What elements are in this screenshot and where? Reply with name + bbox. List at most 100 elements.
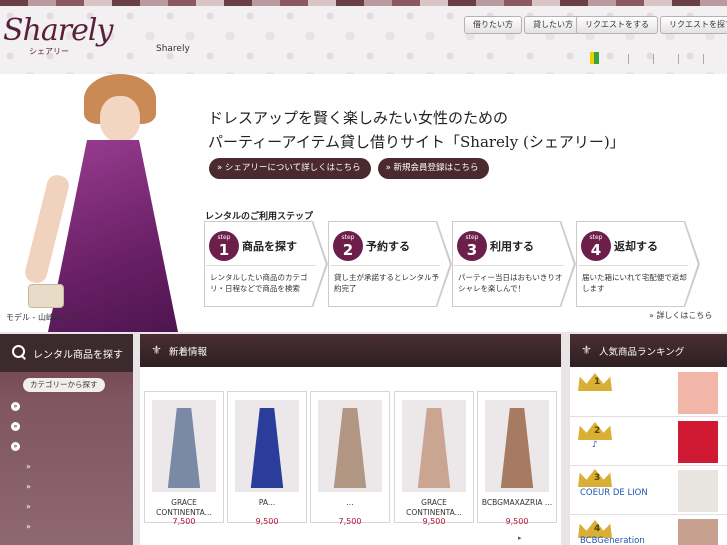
search-sidebar: レンタル商品を探す カテゴリーから探す » » » » » » » — [0, 334, 133, 545]
next-arrow-icon[interactable]: ▸ — [518, 534, 522, 542]
step-badge: step 1 — [209, 231, 239, 261]
content-area: レンタル商品を探す カテゴリーから探す » » » » » » » ⚜ 新着情報… — [0, 332, 727, 545]
sidebar-title: レンタル商品を探す — [33, 350, 123, 361]
model-photo: モデル - 山崎みどり — [0, 74, 205, 332]
category-search-button[interactable]: カテゴリーから探す — [23, 378, 105, 392]
ranking-thumb[interactable] — [678, 470, 718, 512]
product-card[interactable]: ... 7,500 — [310, 391, 390, 526]
rank-brand[interactable]: BCBGeneration — [580, 536, 645, 545]
rental-steps: step 1 商品を探す レンタルしたい商品のカテゴリ・日程などで商品を検索 st… — [204, 221, 724, 307]
hero-buttons: » シェアリーについて詳しくはこちら » 新規会員登録はこちら — [209, 158, 489, 179]
ranking-thumb[interactable] — [678, 372, 718, 414]
beginner-mark-icon[interactable] — [590, 52, 599, 64]
product-price: 9,500 — [505, 517, 529, 526]
ranking-item[interactable]: 4 BCBGeneration — [570, 516, 727, 545]
rank-brand[interactable]: ♪ — [592, 440, 598, 450]
logo[interactable]: Sharely シェアリー — [3, 13, 113, 70]
product-image — [318, 400, 382, 492]
dress-image — [250, 408, 284, 488]
lend-button[interactable]: 貸したい方 — [524, 16, 582, 34]
crown-icon: 1 — [578, 373, 612, 391]
header: Sharely シェアリー Sharely 借りたい方 貸したい方 リクエストを… — [0, 6, 727, 74]
step-badge: step 4 — [581, 231, 611, 261]
step-badge: step 3 — [457, 231, 487, 261]
steps-details-link[interactable]: » 詳しくはこちら — [649, 310, 712, 321]
about-button[interactable]: » シェアリーについて詳しくはこちら — [209, 158, 371, 179]
dress-image — [417, 408, 451, 488]
product-card[interactable]: GRACE CONTINENTA... 9,500 — [394, 391, 474, 526]
step-desc: パーティー当日はおもいきりオシャレを楽しんで！ — [458, 273, 563, 293]
register-button[interactable]: » 新規会員登録はこちら — [377, 158, 489, 179]
crown-icon: 2 — [578, 422, 612, 440]
step-title: 商品を探す — [242, 240, 297, 253]
sidebar-header: レンタル商品を探す — [0, 334, 133, 372]
site-label: Sharely — [156, 44, 190, 54]
product-image — [402, 400, 466, 492]
new-arrivals-panel: ⚜ 新着情報 GRACE CONTINENTA... 7,500 PA... 9… — [140, 334, 561, 545]
new-arrivals-header: ⚜ 新着情報 — [140, 334, 561, 367]
borrow-button[interactable]: 借りたい方 — [464, 16, 522, 34]
step-title: 予約する — [366, 240, 410, 253]
ranking-item[interactable]: 2 ♪ — [570, 418, 727, 466]
product-price: 9,500 — [255, 517, 279, 526]
step-3[interactable]: step 3 利用する パーティー当日はおもいきりオシャレを楽しんで！ — [452, 221, 576, 307]
dress-image — [167, 408, 201, 488]
header-dividers — [628, 54, 704, 64]
step-title: 返却する — [614, 240, 658, 253]
product-name[interactable]: BCBGMAXAZRIA ... — [480, 498, 554, 508]
step-desc: レンタルしたい商品のカテゴリ・日程などで商品を検索 — [210, 273, 308, 293]
ranking-title: 人気商品ランキング — [599, 347, 685, 358]
crown-icon: 3 — [578, 469, 612, 487]
hero-title-line1: ドレスアップを賢く楽しみたい女性のための — [208, 109, 509, 127]
product-price: 9,500 — [422, 517, 446, 526]
product-price: 7,500 — [172, 517, 196, 526]
find-request-button[interactable]: リクエストを探す — [660, 16, 727, 34]
hero: モデル - 山崎みどり ドレスアップを賢く楽しみたい女性のための パーティーアイ… — [0, 74, 727, 332]
product-name[interactable]: ... — [313, 498, 387, 508]
product-name[interactable]: GRACE CONTINENTA... — [397, 498, 471, 518]
logo-text: Sharely — [3, 13, 113, 48]
product-image — [485, 400, 549, 492]
product-name[interactable]: PA... — [230, 498, 304, 508]
ranking-item[interactable]: 3 COEUR DE LION — [570, 467, 727, 515]
subcategory-arrow[interactable]: » — [26, 502, 31, 511]
ranking-panel: ⚜ 人気商品ランキング 1 2 ♪ 3 COEUR DE LION 4 BCBG… — [570, 334, 727, 545]
subcategory-arrow[interactable]: » — [26, 522, 31, 531]
category-item-icon[interactable]: » — [11, 442, 20, 451]
make-request-button[interactable]: リクエストをする — [576, 16, 658, 34]
product-name[interactable]: GRACE CONTINENTA... — [147, 498, 221, 518]
request-buttons: リクエストをする リクエストを探す — [576, 16, 727, 34]
model-caption: モデル - 山崎みどり — [6, 313, 78, 322]
dress-image — [333, 408, 367, 488]
subcategory-arrow[interactable]: » — [26, 482, 31, 491]
new-arrivals-title: 新着情報 — [169, 347, 208, 358]
product-card[interactable]: PA... 9,500 — [227, 391, 307, 526]
fleur-de-lis-icon: ⚜ — [581, 343, 592, 357]
step-badge: step 2 — [333, 231, 363, 261]
product-price: 7,500 — [338, 517, 362, 526]
ranking-thumb[interactable] — [678, 421, 718, 463]
step-desc: 貸し主が承諾するとレンタル予約完了 — [334, 273, 439, 293]
step-4[interactable]: step 4 返却する 届いた箱にいれて宅配便で返却します — [576, 221, 700, 307]
fleur-de-lis-icon: ⚜ — [151, 343, 162, 357]
category-item-icon[interactable]: » — [11, 402, 20, 411]
product-card[interactable]: GRACE CONTINENTA... 7,500 — [144, 391, 224, 526]
user-type-buttons: 借りたい方 貸したい方 — [464, 16, 584, 34]
category-item-icon[interactable]: » — [11, 422, 20, 431]
ranking-header: ⚜ 人気商品ランキング — [570, 334, 727, 367]
hero-title: ドレスアップを賢く楽しみたい女性のための パーティーアイテム貸し借りサイト「Sh… — [208, 106, 625, 154]
ranking-item[interactable]: 1 — [570, 369, 727, 417]
hero-title-line2: パーティーアイテム貸し借りサイト「Sharely (シェアリー)」 — [208, 133, 625, 151]
step-2[interactable]: step 2 予約する 貸し主が承諾するとレンタル予約完了 — [328, 221, 452, 307]
product-image — [152, 400, 216, 492]
dress-image — [500, 408, 534, 488]
ranking-thumb[interactable] — [678, 519, 718, 545]
product-image — [235, 400, 299, 492]
step-title: 利用する — [490, 240, 534, 253]
rank-brand[interactable]: COEUR DE LION — [580, 488, 648, 498]
step-desc: 届いた箱にいれて宅配便で返却します — [582, 273, 687, 293]
product-card[interactable]: BCBGMAXAZRIA ... 9,500 — [477, 391, 557, 526]
subcategory-arrow[interactable]: » — [26, 462, 31, 471]
step-1[interactable]: step 1 商品を探す レンタルしたい商品のカテゴリ・日程などで商品を検索 — [204, 221, 328, 307]
search-icon — [12, 345, 26, 359]
